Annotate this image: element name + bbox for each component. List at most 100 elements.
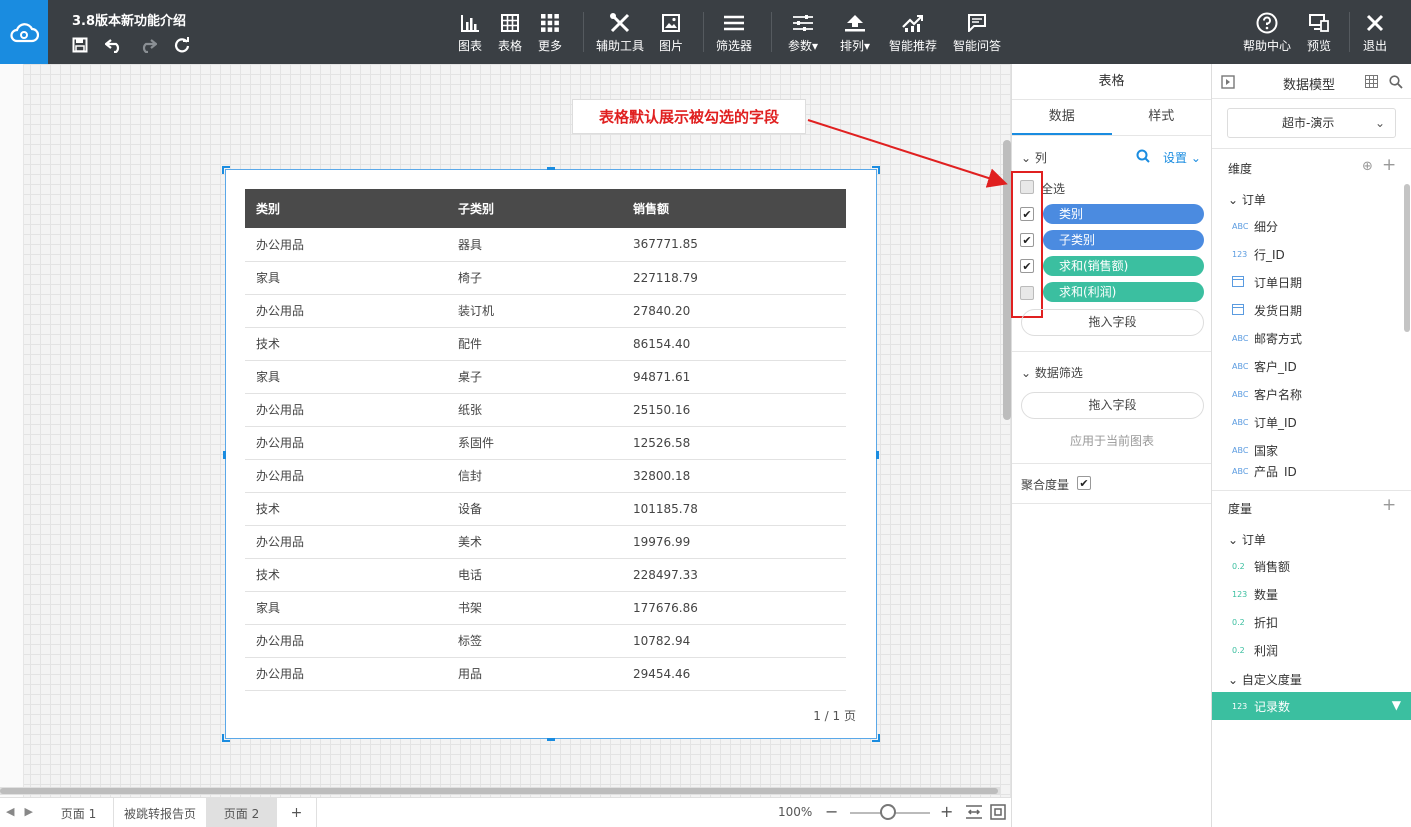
search-icon[interactable] (1389, 75, 1403, 92)
custom-measure-item[interactable]: 123 记录数 ▼ (1212, 692, 1411, 720)
table-widget[interactable]: 类别 子类别 销售额 办公用品 器具 367771.85 家具 椅子 227118.79 办… (222, 166, 880, 742)
zoom-out-icon[interactable]: − (825, 802, 838, 821)
help-center-button[interactable]: 帮助中心 (1242, 12, 1292, 56)
settings-dropdown[interactable]: 设置 ⌄ (1163, 149, 1201, 166)
collapse-panel-icon[interactable] (1221, 75, 1235, 92)
drop-field-filter[interactable]: 拖入字段 (1021, 392, 1204, 419)
table-cell: 技术 (245, 327, 447, 361)
dimension-item[interactable]: ABC 国家 (1212, 436, 1411, 464)
field-pill-subcategory[interactable]: 子类别 (1043, 230, 1204, 250)
dimension-item[interactable]: ABC 客户名称 (1212, 380, 1411, 408)
page-tab-1[interactable]: 页面 1 (44, 798, 114, 827)
dimension-item[interactable]: ABC 产品_ID (1212, 464, 1411, 479)
preview-button[interactable]: 预览 (1296, 12, 1342, 56)
page-tab-2[interactable]: 被跳转报告页 (114, 798, 207, 827)
filter-tool-button[interactable]: 筛选器 (711, 12, 757, 56)
custom-measure-group[interactable]: ⌄ 自定义度量 (1228, 671, 1302, 688)
column-header[interactable]: 类别 (245, 189, 447, 228)
tab-data[interactable]: 数据 (1012, 100, 1112, 135)
measure-item[interactable]: 0.2 销售额 (1212, 552, 1411, 580)
chat-bubble-icon (967, 12, 987, 34)
table-cell: 12526.58 (622, 426, 846, 460)
field-pill-sum-sales[interactable]: 求和(销售额) (1043, 256, 1204, 276)
measure-item[interactable]: 0.2 折扣 (1212, 608, 1411, 636)
field-pill-category[interactable]: 类别 (1043, 204, 1204, 224)
refresh-icon[interactable] (172, 35, 192, 55)
table-cell: 家具 (245, 261, 447, 295)
canvas-horizontal-scrollbar[interactable] (0, 787, 1000, 795)
dimension-scrollbar[interactable] (1404, 184, 1410, 332)
dimension-group[interactable]: ⌄ 订单 (1228, 191, 1266, 208)
redo-icon[interactable] (138, 35, 158, 55)
aux-tools-button[interactable]: 辅助工具 (595, 12, 645, 56)
sort-tool-button[interactable]: 排列▾ (832, 12, 878, 56)
zoom-in-icon[interactable]: + (940, 802, 953, 821)
table-cell: 25150.16 (622, 393, 846, 427)
add-page-button[interactable]: + (277, 798, 317, 827)
cloud-logo-icon[interactable] (0, 0, 48, 64)
measure-group[interactable]: ⌄ 订单 (1228, 531, 1266, 548)
table-row: 办公用品 器具 367771.85 (245, 228, 846, 262)
table-view-icon[interactable] (1365, 75, 1378, 91)
zoom-slider-handle[interactable] (880, 804, 896, 820)
tab-style[interactable]: 样式 (1112, 100, 1212, 135)
fit-page-icon[interactable] (990, 804, 1006, 823)
table-row: 办公用品 用品 29454.46 (245, 657, 846, 691)
apply-current-chart[interactable]: 应用于当前图表 (1070, 432, 1154, 449)
annotation-highlight-box (1011, 171, 1043, 318)
smart-qa-button[interactable]: 智能问答 (951, 12, 1003, 56)
table-row: 办公用品 信封 32800.18 (245, 459, 846, 493)
dimension-item[interactable]: ABC 邮寄方式 (1212, 324, 1411, 352)
table-cell: 86154.40 (622, 327, 846, 361)
more-tool-button[interactable]: 更多 (527, 12, 573, 56)
measure-item[interactable]: 0.2 利润 (1212, 636, 1411, 664)
table-row: 办公用品 装订机 27840.20 (245, 294, 846, 328)
dimension-item[interactable]: 123 行_ID (1212, 240, 1411, 268)
add-measure-icon[interactable]: + (1382, 495, 1396, 515)
field-pill-sum-profit[interactable]: 求和(利润) (1043, 282, 1204, 302)
field-type-icon: 0.2 (1232, 645, 1245, 655)
smart-recommend-button[interactable]: 智能推荐 (887, 12, 939, 56)
panel-title: 表格 (1012, 64, 1211, 100)
data-filter-header[interactable]: ⌄ 数据筛选 (1021, 364, 1083, 381)
next-page-icon[interactable]: ▶ (24, 805, 32, 818)
columns-section-header[interactable]: ⌄ 列 (1021, 149, 1047, 166)
image-tool-button[interactable]: 图片 (648, 12, 694, 56)
table-cell: 19976.99 (622, 525, 846, 559)
dimension-item[interactable]: ABC 订单_ID (1212, 408, 1411, 436)
params-tool-button[interactable]: 参数▾ (780, 12, 826, 56)
table-cell: 办公用品 (245, 459, 447, 493)
fit-width-icon[interactable] (965, 804, 983, 823)
dimension-item[interactable]: 订单日期 (1212, 268, 1411, 296)
drop-field-columns[interactable]: 拖入字段 (1021, 309, 1204, 336)
table-cell: 29454.46 (622, 657, 846, 691)
canvas-vertical-scrollbar[interactable] (1003, 140, 1011, 420)
dimension-label: 订单_ID (1254, 415, 1297, 430)
table-cell: 信封 (447, 459, 622, 493)
add-dimension-icon[interactable]: + (1382, 155, 1396, 175)
search-icon[interactable] (1136, 149, 1150, 166)
model-select[interactable]: 超市-演示 ⌄ (1227, 108, 1396, 138)
agg-measure-checkbox[interactable]: ✔ (1077, 476, 1091, 490)
page-tab-3[interactable]: 页面 2 (207, 798, 277, 827)
measure-label: 数量 (1254, 587, 1279, 602)
column-header[interactable]: 销售额 (622, 189, 846, 228)
data-table: 类别 子类别 销售额 办公用品 器具 367771.85 家具 椅子 227118.79 办… (245, 189, 846, 691)
dimension-label: 国家 (1254, 443, 1279, 458)
document-title[interactable]: 3.8版本新功能介绍 (72, 10, 186, 29)
dimension-item[interactable]: ABC 客户_ID (1212, 352, 1411, 380)
dimension-item[interactable]: ABC 细分 (1212, 212, 1411, 240)
tools-icon (609, 12, 631, 34)
prev-page-icon[interactable]: ◀ (6, 805, 14, 818)
undo-icon[interactable] (104, 35, 124, 55)
measure-item[interactable]: 123 数量 (1212, 580, 1411, 608)
table-cell: 办公用品 (245, 393, 447, 427)
select-all-label: 全选 (1041, 182, 1066, 196)
table-row: 技术 配件 86154.40 (245, 327, 846, 361)
globe-icon[interactable]: ⊕ (1362, 159, 1373, 174)
save-icon[interactable] (70, 35, 90, 55)
dimension-item[interactable]: 发货日期 (1212, 296, 1411, 324)
exit-button[interactable]: 退出 (1352, 12, 1398, 56)
column-header[interactable]: 子类别 (447, 189, 622, 228)
field-type-icon: 0.2 (1232, 617, 1245, 627)
